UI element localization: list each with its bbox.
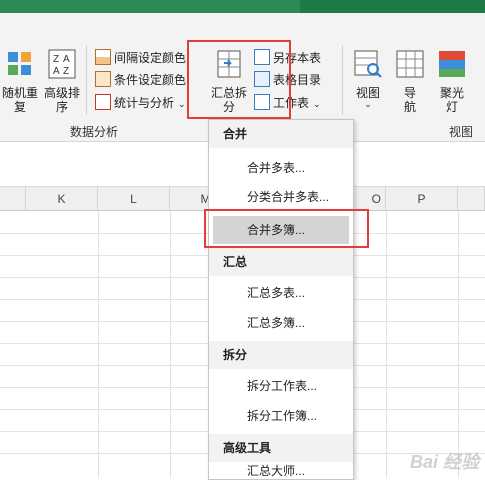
svg-text:A: A [63, 54, 70, 65]
grid-color-icon [95, 49, 111, 65]
svg-text:Z: Z [63, 66, 69, 77]
summarize-split-menu: 合并 合并多表... 分类合并多表... 合并多簿... 汇总 汇总多表... … [208, 119, 354, 480]
random-repeat-icon [8, 52, 31, 75]
random-repeat-button[interactable]: 随机重 复 [0, 49, 40, 114]
navigate-label: 导 航 [403, 86, 416, 114]
summarize-split-highlight [187, 40, 291, 119]
menu-section-advanced-tools: 高级工具 [209, 434, 353, 462]
watermark: Bai 经验 [409, 452, 479, 472]
data-analysis-group-label: 数据分析 [70, 125, 119, 139]
stats-analysis-button[interactable]: 统计与分析 ⌄ [95, 94, 186, 112]
merge-workbooks-highlight [204, 209, 369, 248]
condition-color-button[interactable]: 条件设定颜色 [95, 71, 186, 89]
grid-vline [98, 211, 99, 478]
column-header-q[interactable] [458, 187, 485, 211]
condition-grid-icon [95, 71, 111, 87]
menu-item-summarize-sheets[interactable]: 汇总多表... [209, 279, 353, 307]
view-group-label: 视图 [449, 125, 474, 139]
interval-color-button[interactable]: 间隔设定颜色 [95, 49, 186, 67]
menu-item-merge-sheets[interactable]: 合并多表... [209, 154, 353, 182]
column-header-l[interactable]: L [98, 187, 170, 211]
ribbon-separator [86, 45, 87, 115]
sort-az-icon: Z A A Z [48, 49, 76, 79]
chevron-down-icon: ⌄ [178, 99, 186, 109]
menu-item-category-merge[interactable]: 分类合并多表... [209, 183, 353, 211]
column-header-p[interactable]: P [386, 187, 458, 211]
ribbon-separator [342, 45, 343, 115]
menu-item-summary-master[interactable]: 汇总大师... [209, 463, 353, 479]
stats-icon [95, 94, 111, 110]
navigate-button[interactable]: 导 航 [392, 49, 428, 114]
column-header-k[interactable]: K [26, 187, 98, 211]
svg-text:Z: Z [53, 54, 59, 65]
grid-vline [170, 211, 171, 478]
spotlight-button[interactable]: 聚光 灯 [434, 49, 470, 114]
view-magnifier-icon [354, 50, 382, 78]
menu-section-summarize: 汇总 [209, 248, 353, 276]
menu-item-split-worksheet[interactable]: 拆分工作表... [209, 372, 353, 400]
interval-color-label: 间隔设定颜色 [114, 51, 187, 65]
random-repeat-label: 随机重 复 [1, 86, 38, 114]
menu-section-split: 拆分 [209, 341, 353, 369]
stats-analysis-label: 统计与分析 [114, 96, 175, 110]
spotlight-icon [439, 51, 465, 77]
advanced-sort-label: 高级排 序 [43, 86, 80, 114]
grid-vline [458, 211, 459, 478]
chevron-down-icon: ⌄ [313, 99, 321, 109]
row-header-corner [0, 187, 26, 211]
title-bar [0, 0, 485, 13]
view-label: 视图 [355, 86, 380, 100]
view-button[interactable]: 视图 ⌄ [350, 49, 386, 109]
grid-vline [386, 211, 387, 478]
chevron-down-icon: ⌄ [364, 99, 372, 109]
title-bar-accent [0, 0, 300, 13]
menu-item-summarize-workbooks[interactable]: 汇总多簿... [209, 309, 353, 337]
spotlight-label: 聚光 灯 [439, 86, 464, 114]
condition-color-label: 条件设定颜色 [114, 73, 187, 87]
navigation-grid-icon [396, 50, 424, 78]
advanced-sort-button[interactable]: Z A A Z 高级排 序 [42, 49, 82, 114]
svg-text:A: A [53, 66, 60, 77]
menu-item-split-workbook[interactable]: 拆分工作簿... [209, 402, 353, 430]
menu-section-merge: 合并 [209, 120, 353, 148]
